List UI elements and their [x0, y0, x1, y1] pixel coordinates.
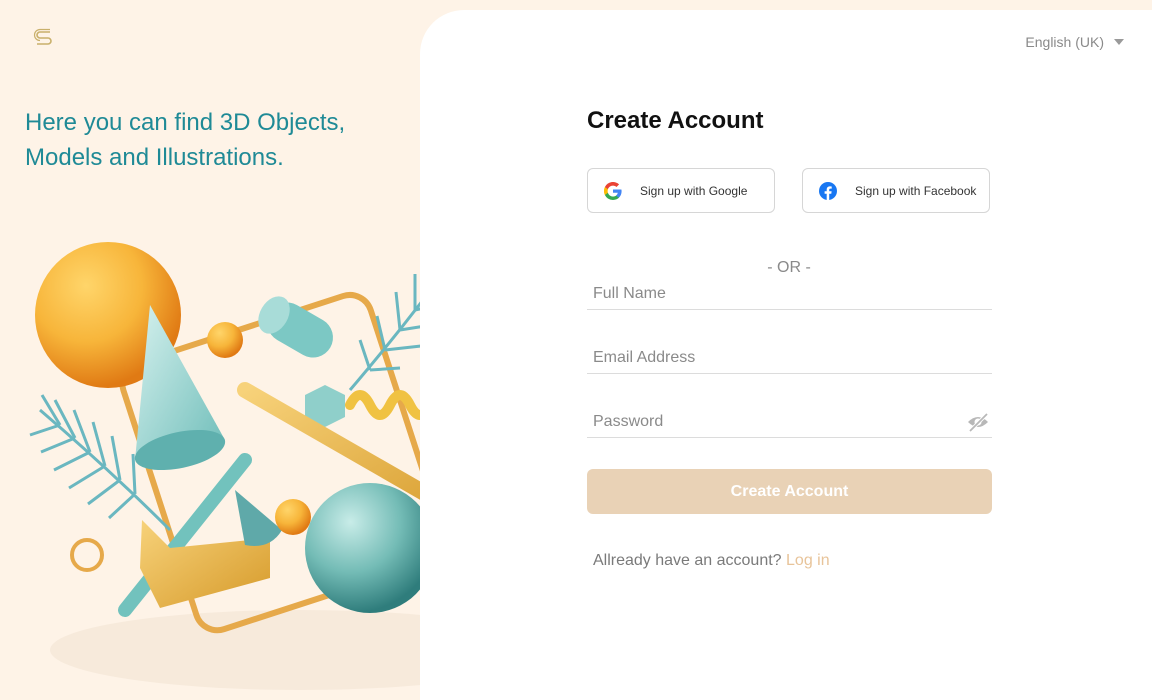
- eye-off-icon[interactable]: [966, 411, 990, 433]
- language-label: English (UK): [1025, 34, 1104, 50]
- chevron-down-icon: [1114, 39, 1124, 45]
- hero-tagline: Here you can find 3D Objects, Models and…: [25, 109, 346, 171]
- login-link[interactable]: Log in: [786, 552, 830, 569]
- google-signup-label: Sign up with Google: [640, 183, 748, 198]
- email-input[interactable]: [587, 342, 992, 373]
- google-signup-button[interactable]: Sign up with Google: [587, 168, 775, 213]
- password-field: [587, 406, 992, 438]
- full-name-input[interactable]: [587, 278, 992, 309]
- login-prompt: Allready have an account? Log in: [593, 552, 830, 570]
- google-icon: [604, 181, 622, 200]
- hero-panel: Here you can find 3D Objects, Models and…: [0, 0, 567, 700]
- facebook-signup-label: Sign up with Facebook: [855, 183, 977, 198]
- full-name-field: [587, 278, 992, 310]
- facebook-signup-button[interactable]: Sign up with Facebook: [802, 168, 990, 213]
- password-input[interactable]: [587, 406, 992, 437]
- or-separator: - OR -: [767, 259, 811, 276]
- brand-logo-icon[interactable]: [33, 27, 55, 49]
- login-prompt-text: Allready have an account?: [593, 552, 782, 569]
- page-title: Create Account: [587, 107, 764, 134]
- language-selector[interactable]: English (UK): [1025, 34, 1124, 50]
- facebook-icon: [819, 181, 837, 200]
- email-field: [587, 342, 992, 374]
- create-account-button[interactable]: Create Account: [587, 469, 992, 514]
